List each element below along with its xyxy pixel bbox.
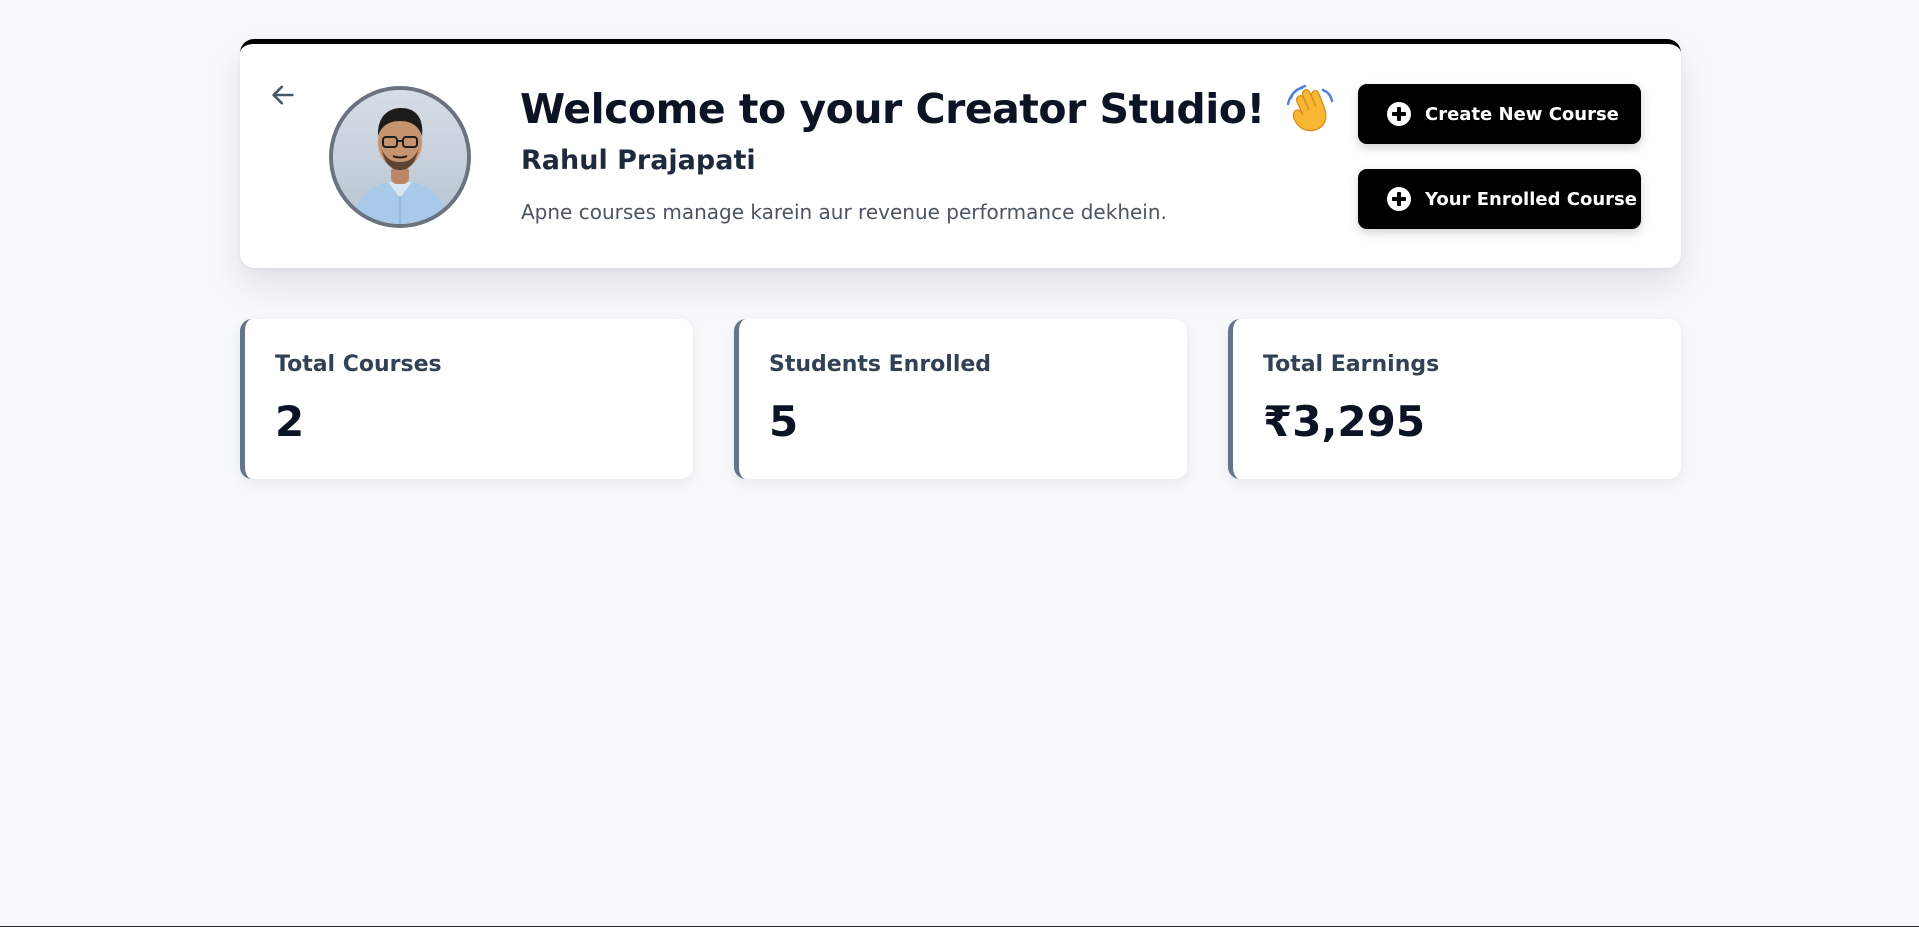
page-title: Welcome to your Creator Studio! xyxy=(520,84,1335,134)
welcome-title-text: Welcome to your Creator Studio! xyxy=(520,85,1265,133)
stat-label: Students Enrolled xyxy=(769,352,992,377)
waving-hand-icon xyxy=(1285,84,1335,134)
arrow-left-icon xyxy=(272,85,294,105)
stat-card-total-courses: Total Courses 2 xyxy=(240,319,693,479)
dashboard-container: Welcome to your Creator Studio! Rahul Pr… xyxy=(240,39,1681,479)
avatar xyxy=(329,86,471,228)
plus-circle-icon xyxy=(1387,187,1411,211)
stat-value: ₹3,295 xyxy=(1263,397,1426,446)
your-enrolled-course-button[interactable]: Your Enrolled Course xyxy=(1358,169,1641,229)
page-subtitle: Apne courses manage karein aur revenue p… xyxy=(521,200,1167,224)
stat-label: Total Courses xyxy=(275,352,442,377)
stats-row: Total Courses 2 Students Enrolled 5 Tota… xyxy=(240,319,1681,479)
create-new-course-button[interactable]: Create New Course xyxy=(1358,84,1641,144)
stat-value: 2 xyxy=(275,397,305,446)
stat-value: 5 xyxy=(769,397,799,446)
welcome-header-card: Welcome to your Creator Studio! Rahul Pr… xyxy=(240,39,1681,268)
create-new-course-label: Create New Course xyxy=(1425,103,1619,125)
stat-card-total-earnings: Total Earnings ₹3,295 xyxy=(1228,319,1681,479)
plus-circle-icon xyxy=(1387,102,1411,126)
your-enrolled-course-label: Your Enrolled Course xyxy=(1425,188,1637,210)
user-name: Rahul Prajapati xyxy=(521,145,756,176)
back-button[interactable] xyxy=(268,80,298,110)
stat-label: Total Earnings xyxy=(1263,352,1440,377)
stat-card-students-enrolled: Students Enrolled 5 xyxy=(734,319,1187,479)
